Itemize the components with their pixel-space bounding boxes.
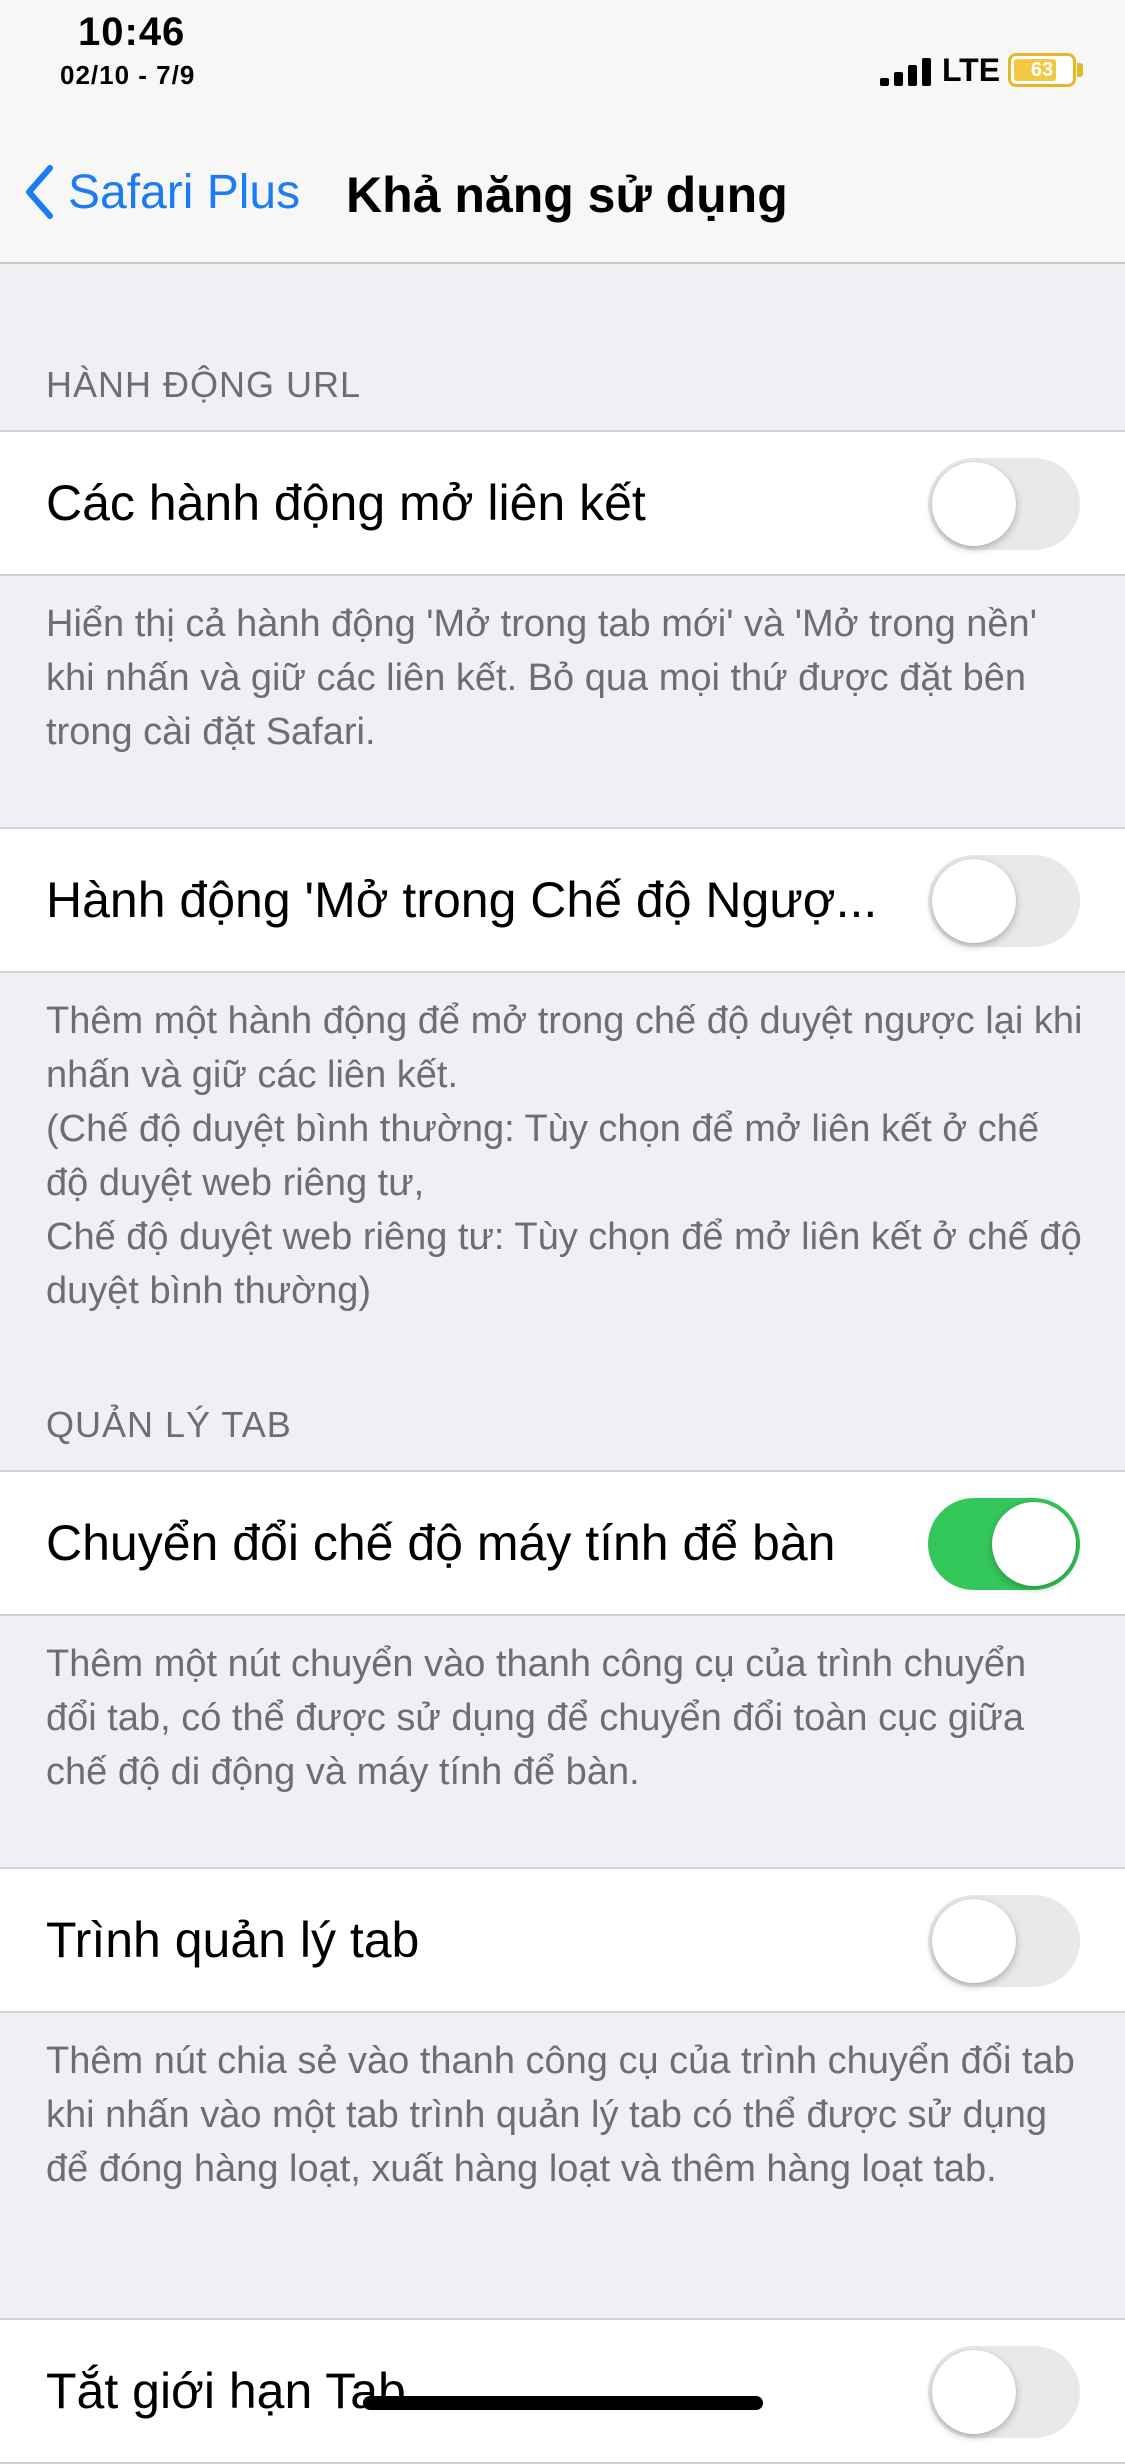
- toggle-knob: [932, 1899, 1016, 1983]
- setting-label: Hành động 'Mở trong Chế độ Ngượ...: [46, 872, 878, 928]
- toggle-switch-tab-manager[interactable]: [928, 1895, 1080, 1987]
- network-type: LTE: [942, 52, 1001, 88]
- section-header-tab-management: QUẢN LÝ TAB: [46, 1404, 292, 1445]
- setting-label: Các hành động mở liên kết: [46, 475, 646, 531]
- setting-row-disable-tab-limit: Tắt giới hạn Tab: [0, 2318, 1125, 2464]
- toggle-switch-open-in-opposite-mode[interactable]: [928, 855, 1080, 947]
- battery-tip: [1077, 63, 1083, 77]
- setting-row-desktop-mode-switch: Chuyển đổi chế độ máy tính để bàn: [0, 1470, 1125, 1616]
- chevron-left-icon: [26, 165, 53, 219]
- toggle-knob: [932, 859, 1016, 943]
- toggle-knob: [932, 2350, 1016, 2434]
- setting-label: Trình quản lý tab: [46, 1912, 420, 1968]
- back-button-label: Safari Plus: [68, 165, 301, 219]
- status-time: 10:46: [78, 10, 186, 54]
- setting-footer-open-link-actions: Hiển thị cả hành động 'Mở trong tab mới'…: [46, 603, 1037, 753]
- signal-bars-icon: [880, 58, 931, 86]
- setting-row-open-link-actions: Các hành động mở liên kết: [0, 430, 1125, 576]
- back-button[interactable]: Safari Plus: [24, 162, 300, 222]
- section-header-url-actions: HÀNH ĐỘNG URL: [46, 364, 362, 405]
- toggle-switch-desktop-mode[interactable]: [928, 1498, 1080, 1590]
- toggle-knob: [992, 1502, 1076, 1586]
- setting-label: Tắt giới hạn Tab: [46, 2363, 406, 2419]
- home-indicator: [363, 2396, 763, 2410]
- setting-footer-open-in-opposite-mode: Thêm một hành động để mở trong chế độ du…: [46, 1000, 1083, 1312]
- setting-footer-tab-manager: Thêm nút chia sẻ vào thanh công cụ của t…: [46, 2040, 1075, 2190]
- status-date: 02/10 - 7/9: [60, 60, 196, 90]
- setting-row-open-in-opposite-mode: Hành động 'Mở trong Chế độ Ngượ...: [0, 827, 1125, 973]
- battery-icon: 63: [1008, 53, 1076, 87]
- navigation-bar: Safari Plus Khả năng sử dụng: [0, 110, 1125, 264]
- toggle-knob: [932, 462, 1016, 546]
- toggle-switch-open-link-actions[interactable]: [928, 458, 1080, 550]
- page-title: Khả năng sử dụng: [346, 167, 788, 223]
- setting-label: Chuyển đổi chế độ máy tính để bàn: [46, 1515, 836, 1571]
- status-bar: 10:46 02/10 - 7/9 LTE 63: [0, 0, 1125, 110]
- setting-row-tab-manager: Trình quản lý tab: [0, 1867, 1125, 2013]
- setting-footer-desktop-mode: Thêm một nút chuyển vào thanh công cụ củ…: [46, 1643, 1027, 1793]
- battery-level: 63: [1030, 59, 1054, 81]
- toggle-switch-disable-tab-limit[interactable]: [928, 2346, 1080, 2438]
